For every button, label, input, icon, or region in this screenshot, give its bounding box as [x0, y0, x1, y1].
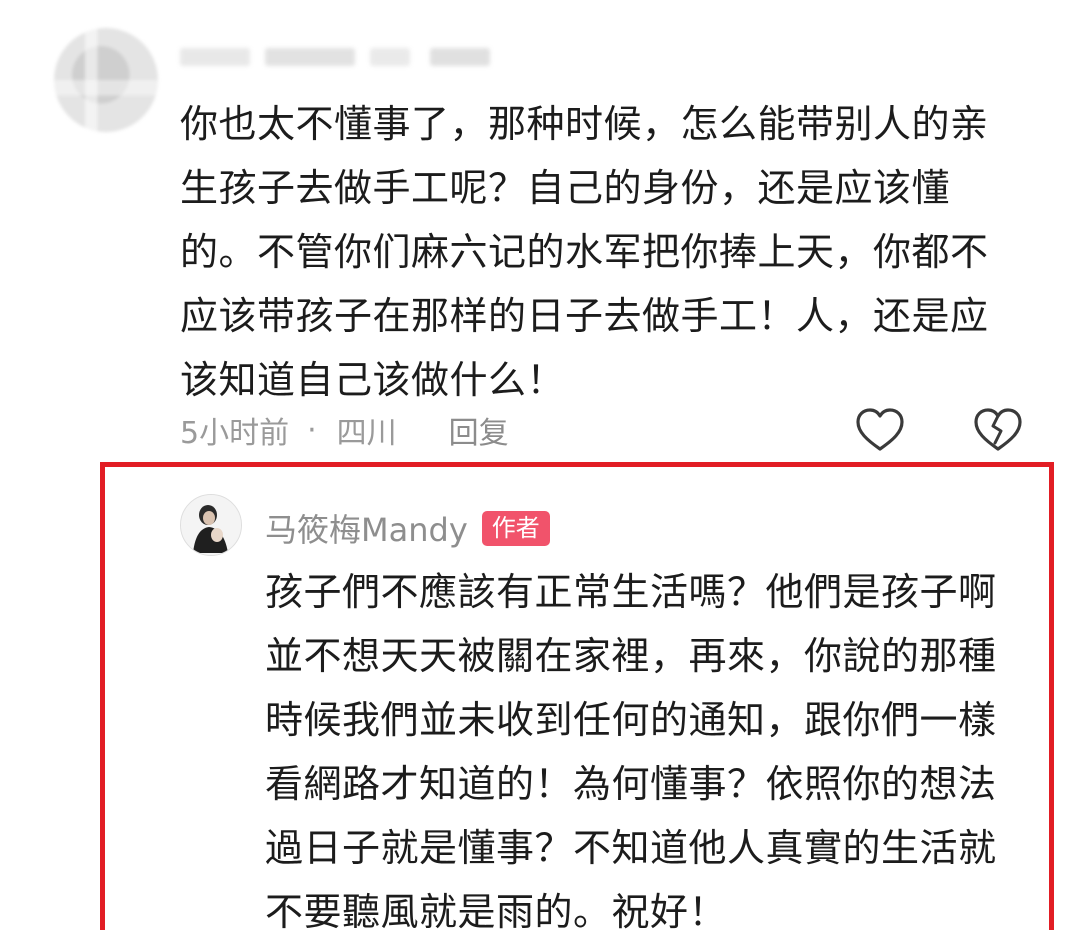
reply-line: 過日子就是懂事？不知道他人真實的生活就: [265, 826, 997, 870]
author-badge: 作者: [481, 510, 550, 546]
comment-line: 该知道自己该做什么！: [180, 358, 566, 402]
reply-line: 孩子們不應該有正常生活嗎？他們是孩子啊: [265, 570, 997, 614]
author-name[interactable]: 马筱梅Mandy: [265, 505, 468, 551]
comment-line: 生孩子去做手工呢？自己的身份，还是应该懂: [180, 166, 951, 210]
comment-text: 你也太不懂事了，那种时候，怎么能带别人的亲 生孩子去做手工呢？自己的身份，还是应…: [180, 92, 1030, 412]
comment-line: 你也太不懂事了，那种时候，怎么能带别人的亲: [180, 102, 989, 146]
reply-button[interactable]: 回复: [449, 408, 509, 452]
reply-line: 不要聽風就是雨的。祝好！: [265, 890, 728, 930]
meta-separator: ·: [307, 412, 317, 448]
comment-time: 5小时前: [180, 416, 290, 451]
heart-outline-icon[interactable]: [855, 407, 905, 453]
commenter-name-blurred[interactable]: [180, 48, 520, 68]
screenshot-page: 你也太不懂事了，那种时候，怎么能带别人的亲 生孩子去做手工呢？自己的身份，还是应…: [0, 0, 1073, 930]
reply-line: 時候我們並未收到任何的通知，跟你們一樣: [265, 698, 997, 742]
commenter-avatar[interactable]: [54, 28, 158, 132]
comment-line: 的。不管你们麻六记的水军把你捧上天，你都不: [180, 230, 989, 274]
reply-line: 看網路才知道的！為何懂事？依照你的想法: [265, 762, 997, 806]
reply-line: 並不想天天被關在家裡，再來，你說的那種: [265, 634, 997, 678]
reply-text: 孩子們不應該有正常生活嗎？他們是孩子啊 並不想天天被關在家裡，再來，你說的那種 …: [265, 560, 1035, 930]
reply-header: 马筱梅Mandy 作者: [265, 505, 550, 551]
author-avatar[interactable]: [180, 494, 242, 556]
comment-location: 四川: [336, 416, 397, 451]
comment-meta: 5小时前 · 四川 回复: [180, 408, 509, 452]
broken-heart-icon[interactable]: [972, 407, 1024, 453]
comment-line: 应该带孩子在那样的日子去做手工！人，还是应: [180, 294, 989, 338]
